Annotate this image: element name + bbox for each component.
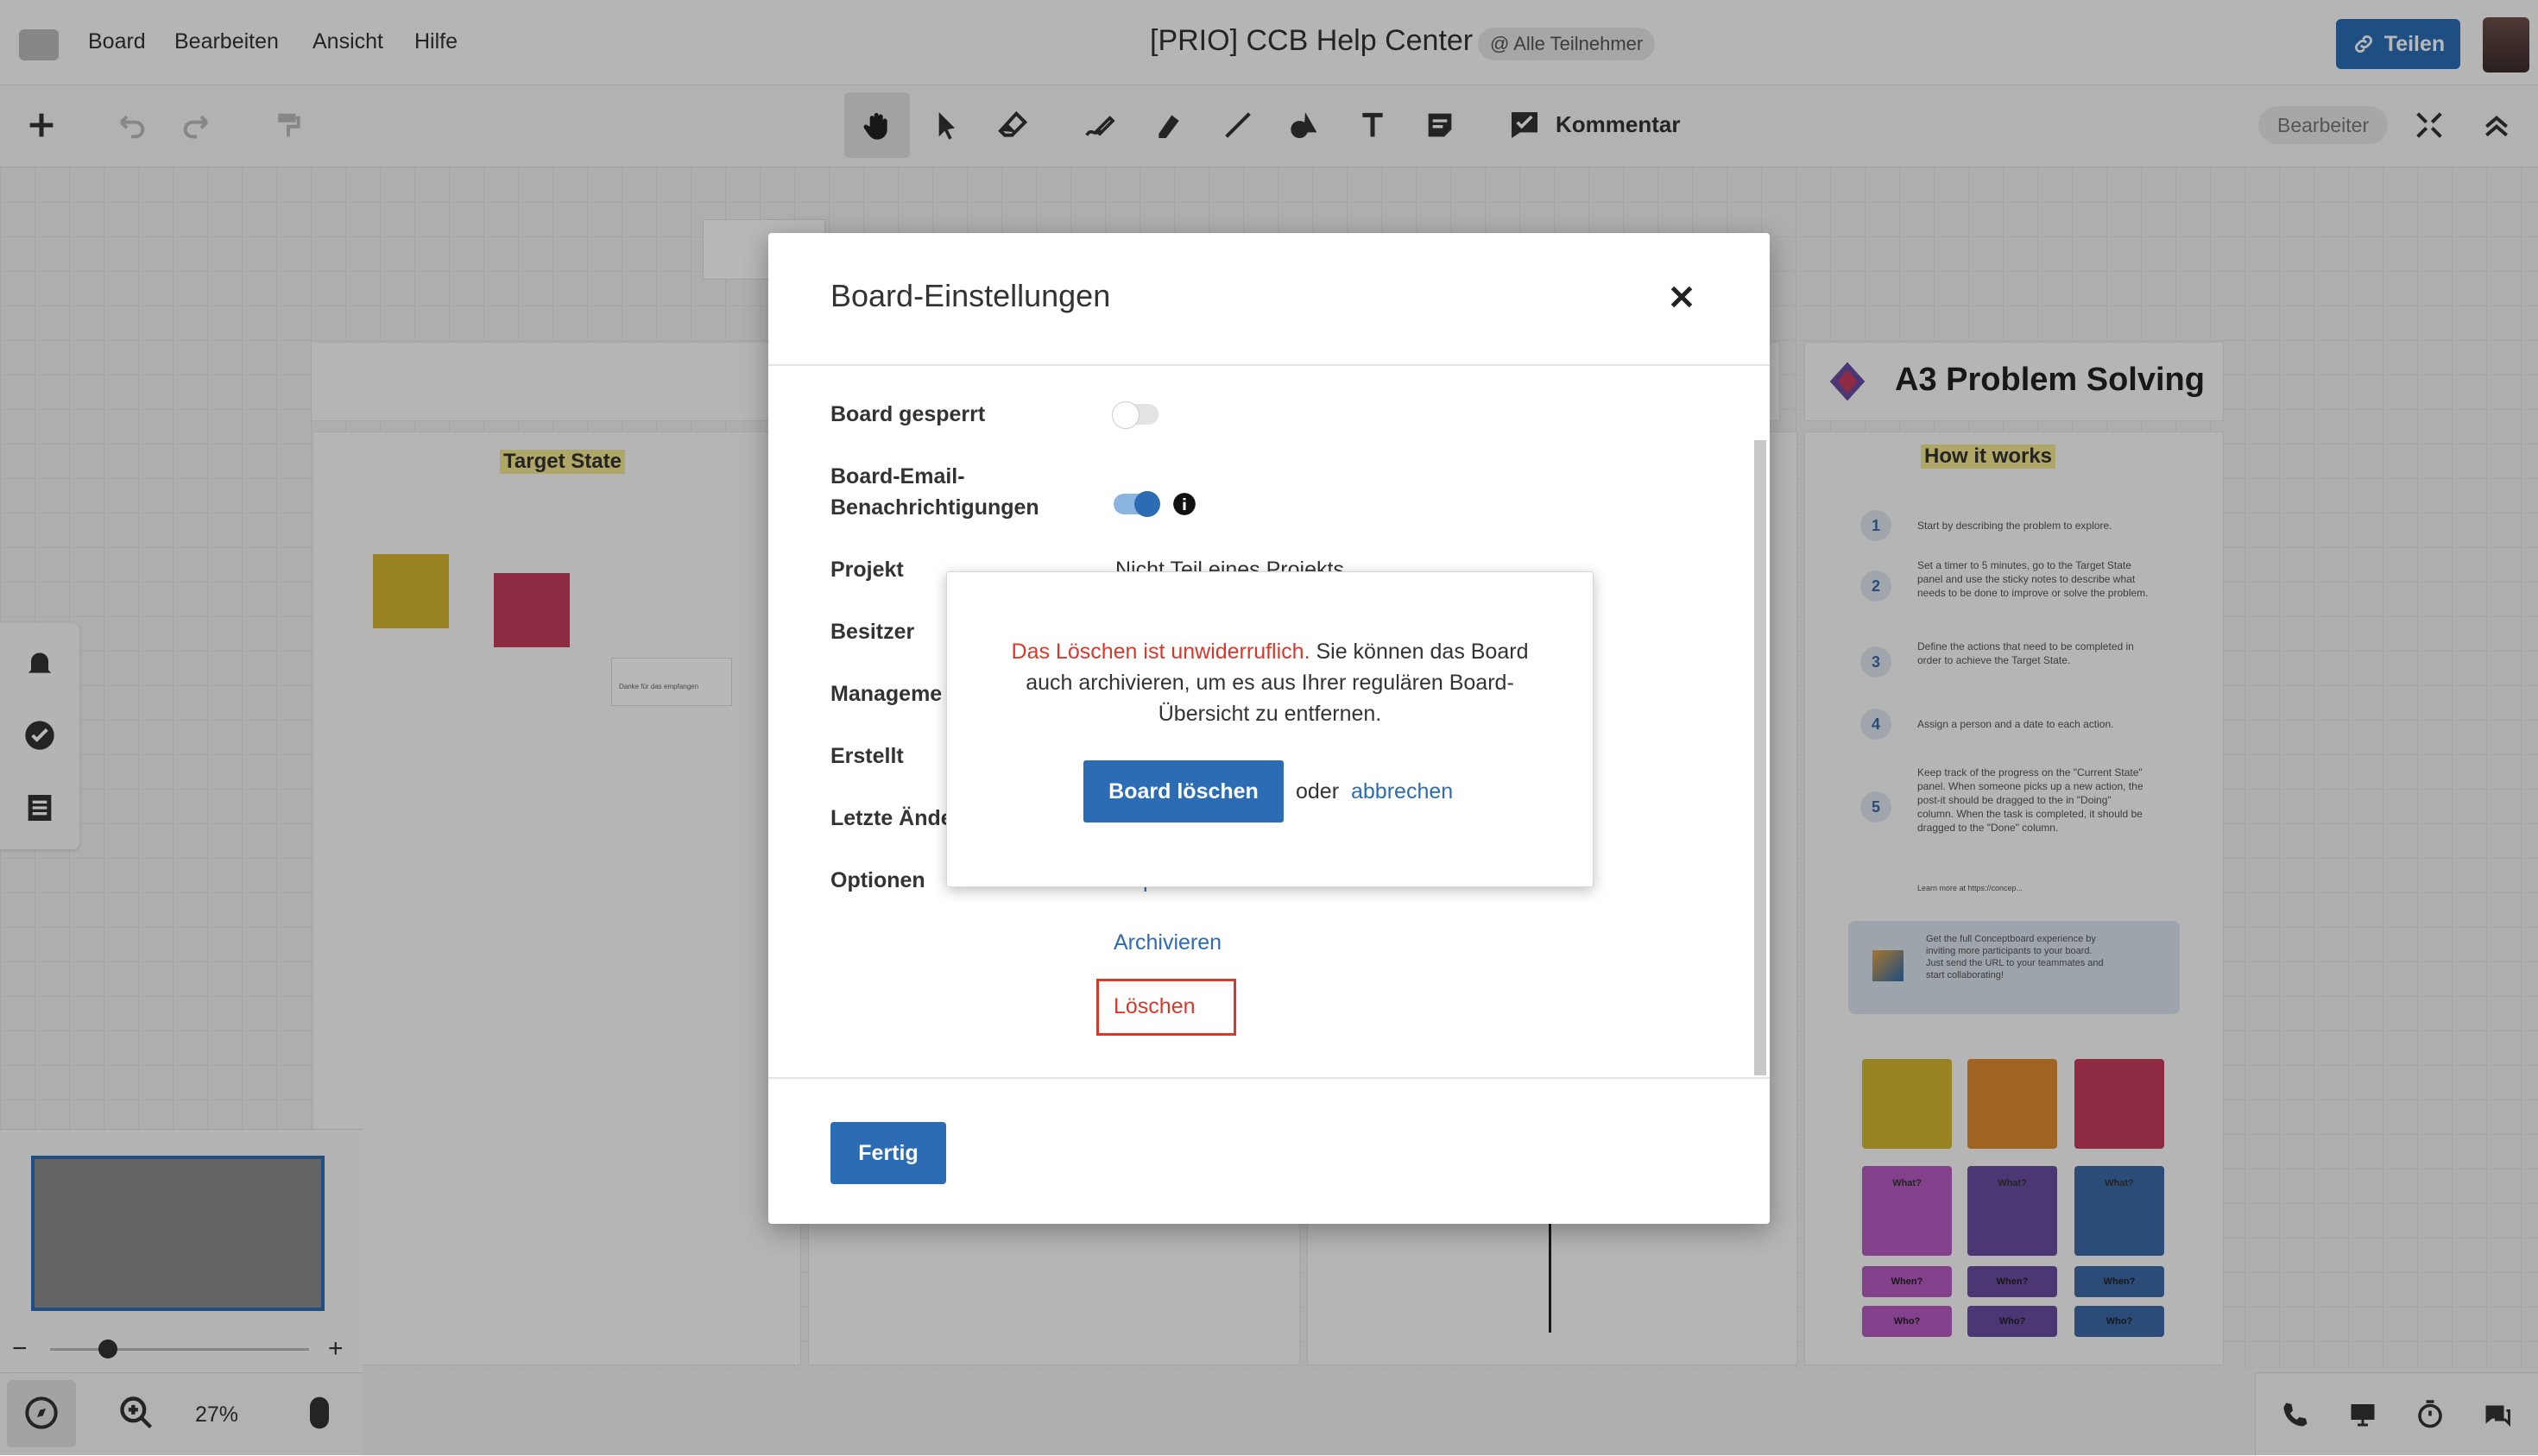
modal-scrollbar[interactable] [1754,440,1766,1075]
confirm-warning: Das Löschen ist unwiderruflich. [1011,640,1310,664]
email-notifications-toggle[interactable] [1114,491,1160,517]
last-change-label: Letzte Ände [830,806,953,830]
board-locked-toggle[interactable] [1112,401,1159,429]
toggle-knob [1134,491,1160,517]
archive-link[interactable]: Archivieren [1114,930,1222,955]
confirm-message: Das Löschen ist unwiderruflich. Sie könn… [999,636,1541,729]
done-button[interactable]: Fertig [830,1122,946,1184]
delete-link[interactable]: Löschen [1114,994,1196,1019]
options-label: Optionen [830,868,925,892]
close-icon[interactable] [1666,281,1697,312]
owner-label: Besitzer [830,620,915,644]
board-locked-label: Board gesperrt [830,402,986,426]
cancel-link[interactable]: abbrechen [1351,779,1453,804]
created-label: Erstellt [830,744,904,768]
management-label: Manageme [830,682,943,706]
delete-confirm-dialog: Das Löschen ist unwiderruflich. Sie könn… [946,571,1594,887]
toggle-knob [1112,401,1140,429]
modal-title: Board-Einstellungen [830,278,1111,313]
email-notifications-label: Board-Email-Benachrichtigungen [830,464,1039,520]
confirm-or-text: oder [1296,779,1340,804]
modal-header-divider [768,364,1770,366]
info-icon[interactable] [1172,492,1196,516]
delete-board-button[interactable]: Board löschen [1083,760,1284,823]
project-label: Projekt [830,558,904,582]
modal-footer-divider [768,1077,1770,1079]
